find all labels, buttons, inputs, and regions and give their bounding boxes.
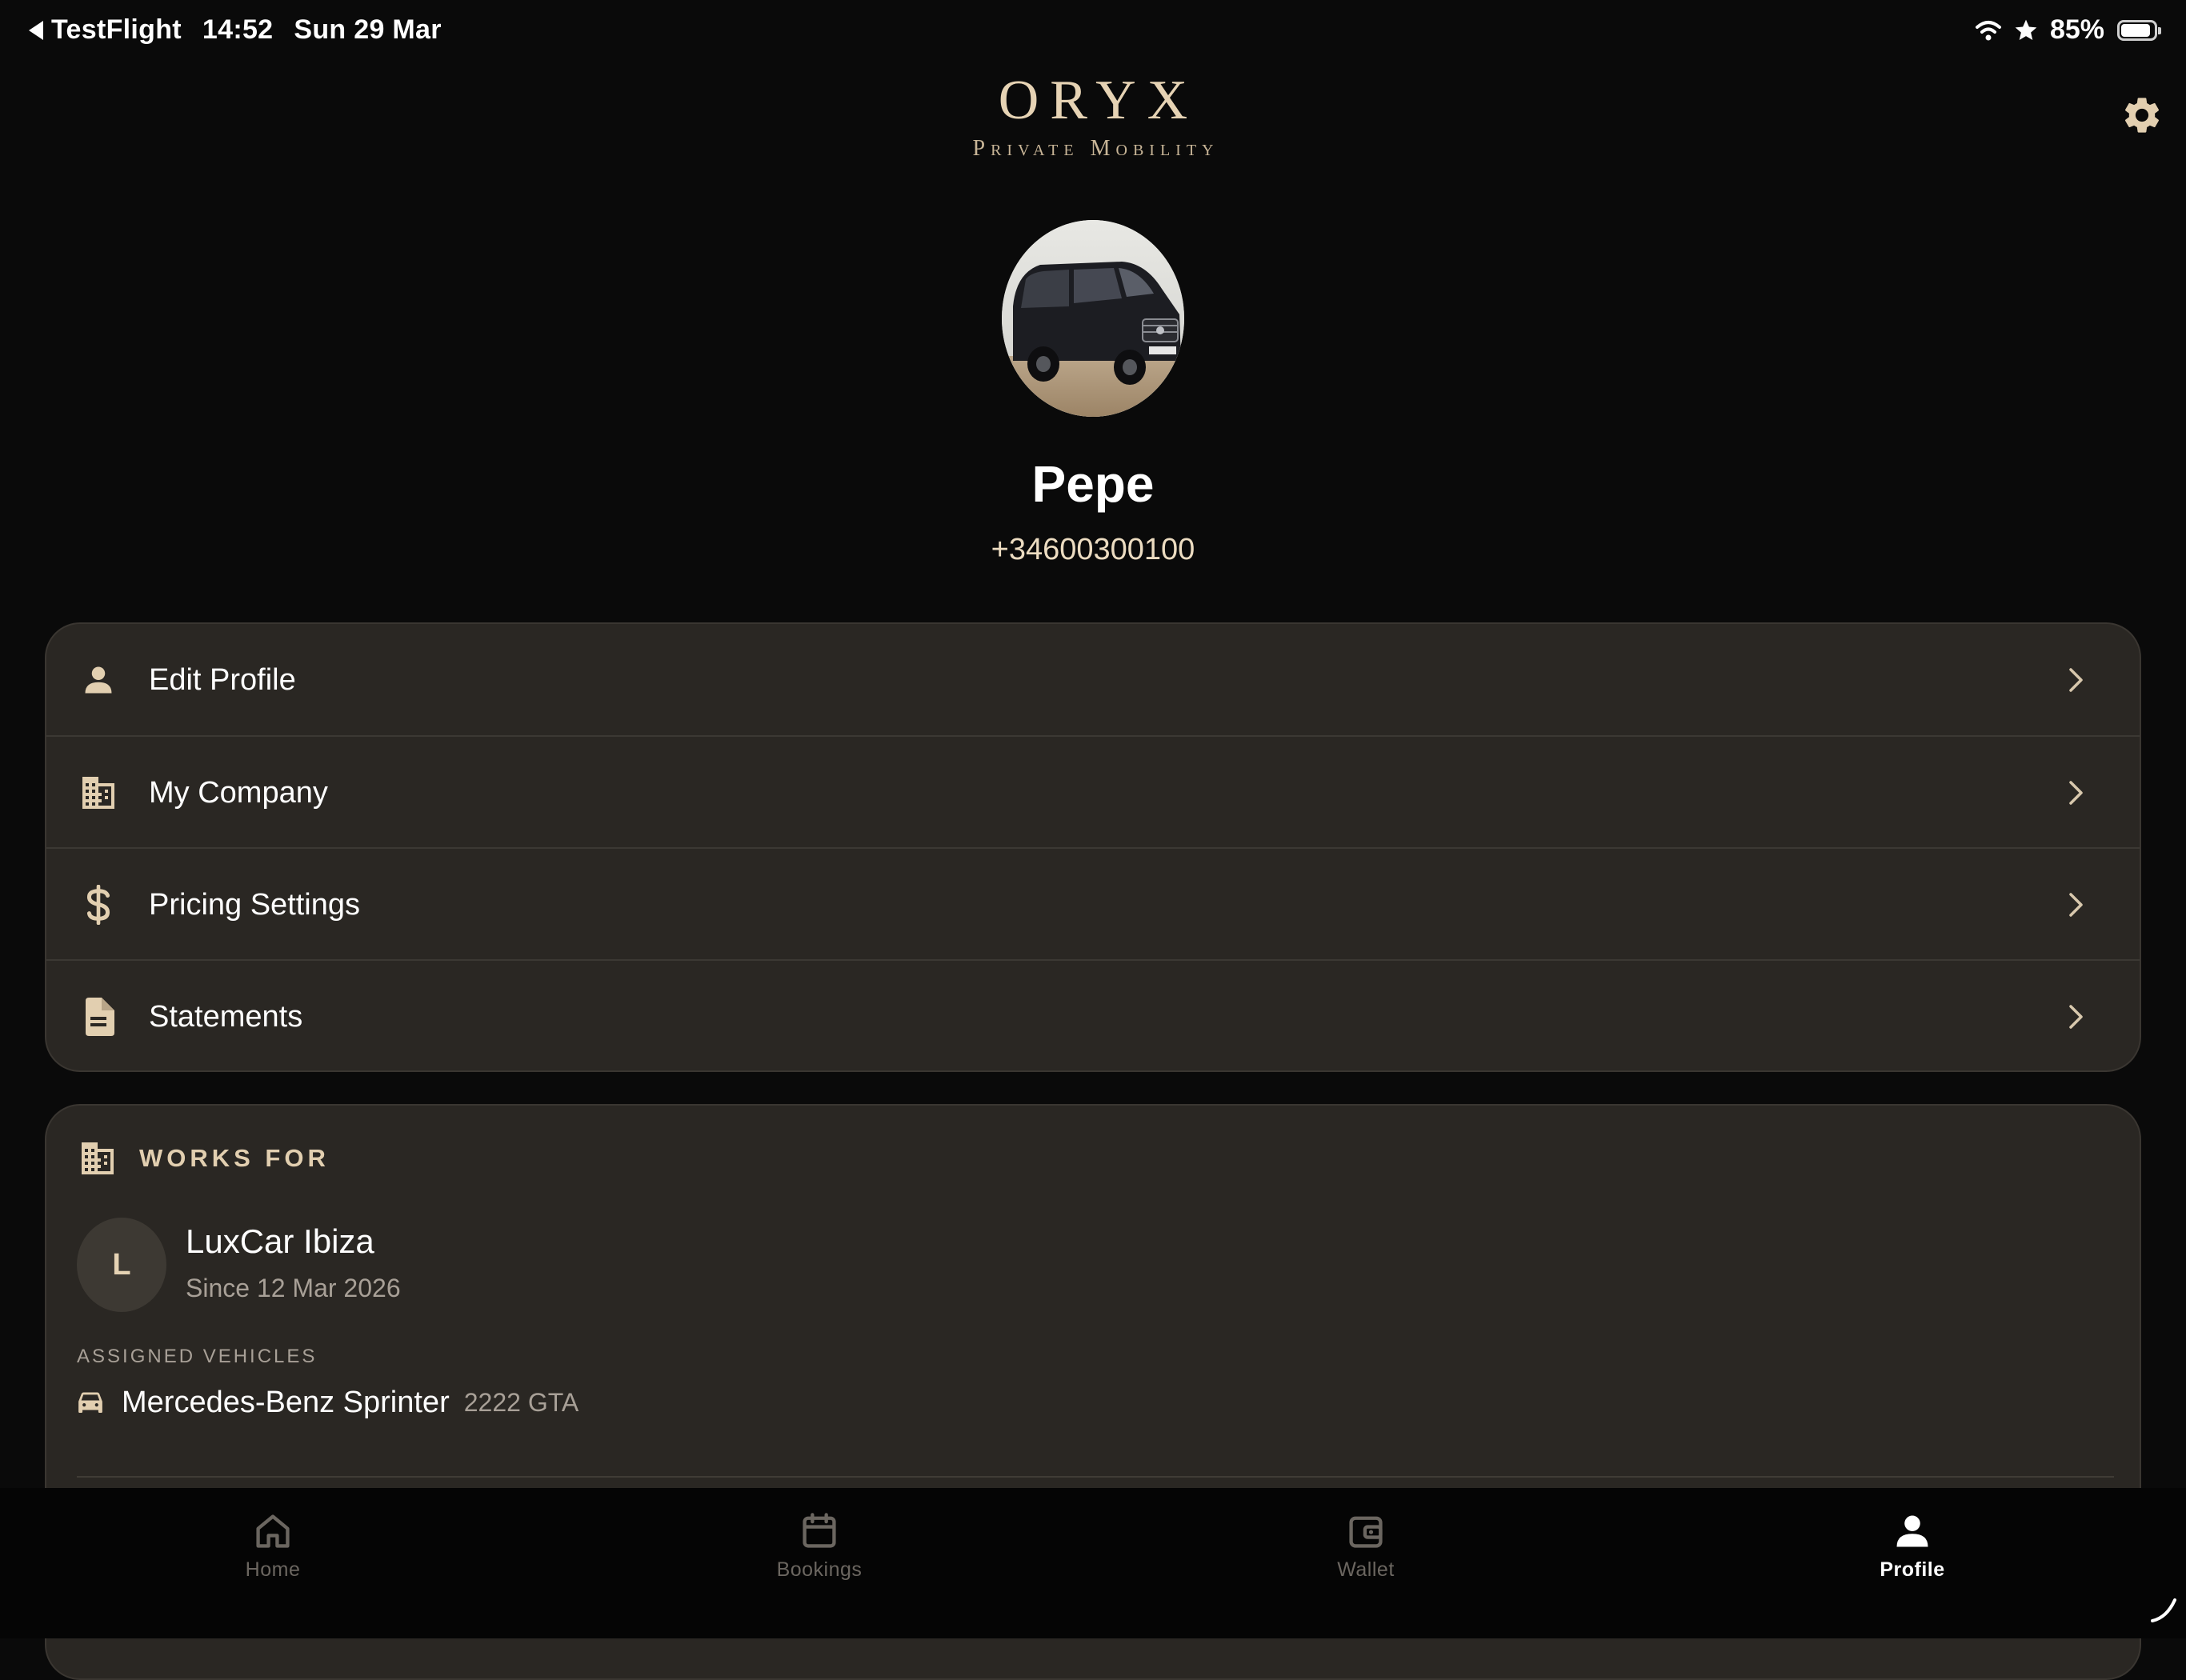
vehicle-item[interactable]: Mercedes-Benz Sprinter 2222 GTA: [77, 1386, 579, 1420]
person-icon: [78, 660, 118, 700]
status-time: 14:52: [202, 14, 274, 45]
settings-button[interactable]: [2120, 94, 2164, 137]
battery-percent: 85%: [2049, 14, 2104, 45]
profile-name: Pepe: [1031, 455, 1155, 513]
home-indicator-icon: [2151, 1598, 2176, 1622]
person-icon: [1896, 1515, 1928, 1547]
car-icon: [78, 1392, 102, 1413]
back-arrow-icon[interactable]: [29, 20, 43, 40]
building-icon: [82, 1142, 114, 1174]
tab-label: Wallet: [1337, 1558, 1395, 1581]
company-avatar: L: [77, 1218, 166, 1312]
brand-subtitle: Private Mobility: [972, 136, 1219, 161]
chevron-right-icon: [2069, 781, 2083, 805]
assigned-vehicles-label: ASSIGNED VEHICLES: [77, 1346, 318, 1367]
menu-item-label: My Company: [149, 775, 328, 810]
tab-bar: Home Bookings Wallet Profile: [0, 1488, 2186, 1638]
status-bar: TestFlight 14:52 Sun 29 Mar 85%: [0, 0, 2186, 62]
chevron-right-icon: [2069, 1005, 2083, 1029]
tab-label: Bookings: [776, 1558, 863, 1581]
battery-icon: [2117, 19, 2161, 41]
tab-label: Profile: [1880, 1558, 1945, 1581]
works-for-label: WORKS FOR: [139, 1144, 330, 1172]
brand-logo: ORYX Private Mobility: [0, 69, 2186, 162]
star-icon: [2013, 18, 2039, 43]
tab-label: Home: [245, 1558, 301, 1581]
van-photo: [1002, 220, 1184, 417]
brand-title: ORYX: [998, 70, 1199, 131]
tab-profile[interactable]: Profile: [1792, 1510, 2032, 1582]
tab-wallet[interactable]: Wallet: [1246, 1510, 1486, 1582]
building-icon: [78, 773, 118, 813]
status-right: 85%: [1964, 14, 2161, 46]
works-divider: [77, 1476, 2114, 1478]
chevron-right-icon: [2069, 668, 2083, 692]
status-left: TestFlight 14:52 Sun 29 Mar: [29, 14, 442, 46]
menu-item-my-company[interactable]: My Company: [46, 737, 2140, 849]
menu-item-label: Statements: [149, 999, 303, 1034]
chevron-right-icon: [2069, 893, 2083, 917]
wallet-icon: [1349, 1516, 1383, 1548]
calendar-icon: [803, 1513, 836, 1548]
document-icon: [78, 997, 118, 1037]
vehicle-plate: 2222 GTA: [463, 1388, 579, 1417]
tab-bookings[interactable]: Bookings: [699, 1510, 939, 1582]
profile-avatar[interactable]: [1002, 220, 1184, 417]
menu-item-pricing-settings[interactable]: Pricing Settings: [46, 849, 2140, 961]
company-name[interactable]: LuxCar Ibiza: [186, 1222, 374, 1261]
works-for-header: WORKS FOR: [78, 1141, 330, 1176]
vehicle-name: Mercedes-Benz Sprinter: [122, 1386, 450, 1419]
tab-home[interactable]: Home: [153, 1510, 393, 1582]
menu-item-label: Edit Profile: [149, 662, 296, 697]
wifi-icon: [1975, 19, 2002, 42]
menu-item-edit-profile[interactable]: Edit Profile: [46, 624, 2140, 736]
status-date: Sun 29 Mar: [294, 14, 442, 45]
profile-phone: +34600300100: [991, 533, 1195, 566]
home-icon: [256, 1514, 290, 1548]
dollar-icon: [78, 885, 118, 925]
company-since: Since 12 Mar 2026: [186, 1274, 401, 1302]
gear-icon[interactable]: [2120, 94, 2164, 137]
back-to-app-link[interactable]: TestFlight: [51, 14, 182, 46]
menu-item-statements[interactable]: Statements: [46, 961, 2140, 1070]
menu-item-label: Pricing Settings: [149, 887, 361, 922]
profile-menu: Edit Profile My Company Pricing Settings: [45, 622, 2141, 1072]
